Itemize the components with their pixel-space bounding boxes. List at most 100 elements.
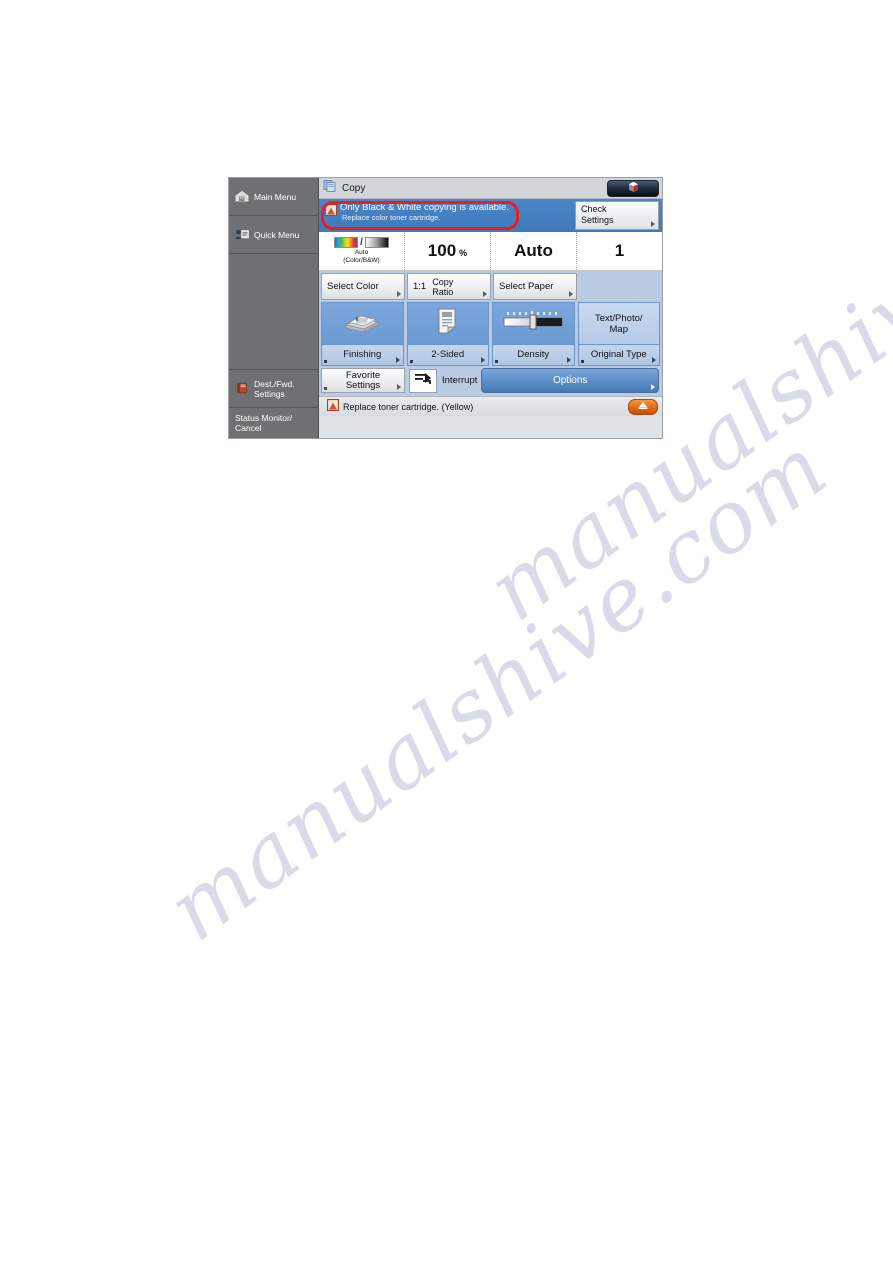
- corner-dot-icon: [324, 360, 327, 363]
- copy-document-icon: [323, 179, 337, 197]
- original-type-label: Original Type: [590, 349, 647, 360]
- check-settings-button[interactable]: Check Settings: [575, 201, 659, 230]
- sidebar-label-dest-fwd-settings: Dest./Fwd. Settings: [254, 378, 295, 399]
- two-sided-icon-area: [407, 303, 488, 344]
- original-type-button[interactable]: Text/Photo/ Map Original Type: [577, 302, 660, 366]
- copy-ratio-button[interactable]: 1:1 Copy Ratio: [407, 273, 491, 300]
- value-row: / Auto (Color/B&W) 100 % Auto 1: [319, 232, 662, 271]
- original-type-value: Text/Photo/ Map: [578, 303, 659, 344]
- favorite-settings-button[interactable]: Favorite Settings: [321, 368, 405, 393]
- watermark-text-1: manualshive.com: [150, 416, 847, 961]
- sidebar: Main Menu Quick Menu Dest./Fwd. Settings…: [229, 178, 319, 438]
- sidebar-item-dest-fwd-settings[interactable]: Dest./Fwd. Settings: [229, 370, 318, 408]
- sidebar-item-main-menu[interactable]: Main Menu: [229, 178, 318, 216]
- chevron-right-icon: [483, 291, 487, 297]
- copy-ratio-label: Copy Ratio: [432, 276, 454, 297]
- finishing-label-band: Finishing: [322, 344, 403, 365]
- message-content: Only Black & White copying is available.…: [319, 199, 575, 232]
- chevron-right-icon: [651, 384, 655, 390]
- function-button-row: Finishing 2-Sided Density Text/Photo/ Ma…: [319, 302, 662, 368]
- value-copy-ratio-unit: %: [459, 248, 468, 258]
- chevron-right-icon: [395, 357, 400, 363]
- value-copy-ratio: 100 %: [404, 232, 490, 270]
- sidebar-label-main-menu: Main Menu: [254, 191, 297, 202]
- options-label: Options: [552, 375, 588, 386]
- interrupt-icon-button[interactable]: [409, 368, 437, 393]
- original-type-label-band: Original Type: [578, 344, 659, 365]
- finishing-label: Finishing: [343, 349, 382, 360]
- value-copy-count: 1: [576, 232, 662, 270]
- chevron-right-icon: [397, 384, 401, 390]
- corner-dot-icon: [324, 387, 327, 390]
- two-sided-page-icon: [435, 307, 461, 340]
- corner-dot-icon: [495, 360, 498, 363]
- finishing-icon-area: [322, 303, 403, 344]
- two-sided-label: 2-Sided: [431, 349, 465, 360]
- finishing-button[interactable]: Finishing: [321, 302, 404, 366]
- chevron-right-icon: [397, 291, 401, 297]
- favorite-settings-label: Favorite Settings: [345, 369, 381, 391]
- select-paper-label: Select Paper: [499, 281, 554, 292]
- address-book-icon: [235, 382, 249, 396]
- screen-title: Copy: [342, 182, 366, 194]
- value-paper-size: Auto: [490, 232, 576, 270]
- sidebar-spacer: [229, 254, 318, 370]
- chevron-right-icon: [566, 357, 571, 363]
- value-paper-size-text: Auto: [514, 241, 553, 260]
- toner-cube-icon: [627, 180, 640, 198]
- grayscale-bar: [364, 237, 389, 248]
- toner-replace-button[interactable]: [628, 399, 658, 415]
- sidebar-label-quick-menu: Quick Menu: [254, 229, 300, 240]
- options-button[interactable]: Options: [481, 368, 659, 393]
- value-color-mode-line1: Auto: [354, 249, 369, 256]
- corner-dot-icon: [580, 360, 584, 363]
- check-settings-line1: Check: [581, 204, 607, 214]
- value-color-mode: / Auto (Color/B&W): [319, 232, 404, 270]
- two-sided-label-band: 2-Sided: [407, 344, 488, 365]
- density-label: Density: [517, 349, 550, 360]
- check-settings-line2: Settings: [581, 215, 614, 225]
- quick-menu-icon: [235, 228, 249, 242]
- select-row: Select Color 1:1 Copy Ratio Select Paper: [319, 271, 662, 302]
- select-color-label: Select Color: [327, 281, 379, 292]
- touch-screen: Copy Only Black & White copying is avail…: [319, 178, 662, 438]
- interrupt-arrow-icon: [413, 370, 433, 391]
- value-color-mode-line2: (Color/B&W): [343, 257, 380, 264]
- interrupt-control[interactable]: Interrupt: [409, 368, 477, 393]
- toner-replace-icon: [637, 398, 649, 416]
- corner-dot-icon: [409, 360, 413, 363]
- message-line2: Replace color toner cartridge.: [342, 213, 441, 222]
- screen-titlebar: Copy: [319, 178, 662, 199]
- sidebar-label-status-monitor-cancel: Status Monitor/ Cancel: [235, 413, 293, 433]
- two-sided-button[interactable]: 2-Sided: [406, 302, 489, 366]
- chevron-right-icon: [481, 357, 485, 363]
- copier-control-panel: Main Menu Quick Menu Dest./Fwd. Settings…: [228, 177, 663, 439]
- chevron-right-icon: [651, 221, 655, 227]
- toner-alert-icon: [326, 398, 340, 416]
- sidebar-item-status-monitor-cancel[interactable]: Status Monitor/ Cancel: [229, 408, 318, 438]
- density-label-band: Density: [493, 344, 574, 365]
- interrupt-label: Interrupt: [442, 375, 478, 386]
- density-icon-area: [493, 303, 574, 344]
- chevron-right-icon: [569, 291, 573, 297]
- value-copy-ratio-number: 100: [427, 241, 457, 260]
- status-bar-text: Replace toner cartridge. (Yellow): [343, 401, 474, 412]
- bottom-button-row: Favorite Settings Interrupt Options: [319, 368, 662, 396]
- message-line1: Only Black & White copying is available.: [340, 202, 509, 213]
- status-bar: Replace toner cartridge. (Yellow): [319, 396, 662, 416]
- slash-separator: /: [360, 237, 363, 248]
- density-slider-icon: [501, 309, 565, 338]
- toner-status-button[interactable]: [607, 180, 659, 197]
- toner-alert-icon: [324, 203, 338, 221]
- value-copy-count-number: 1: [614, 241, 625, 260]
- select-color-button[interactable]: Select Color: [321, 273, 405, 300]
- color-gradient-bar: [334, 237, 359, 248]
- finishing-stack-icon: [342, 308, 382, 339]
- sidebar-item-quick-menu[interactable]: Quick Menu: [229, 216, 318, 254]
- select-paper-button[interactable]: Select Paper: [493, 273, 577, 300]
- message-bar: Only Black & White copying is available.…: [319, 199, 662, 232]
- color-bw-bar-icon: /: [334, 237, 389, 248]
- copy-ratio-value: 1:1: [413, 281, 427, 292]
- density-button[interactable]: Density: [492, 302, 575, 366]
- home-icon: [235, 190, 249, 204]
